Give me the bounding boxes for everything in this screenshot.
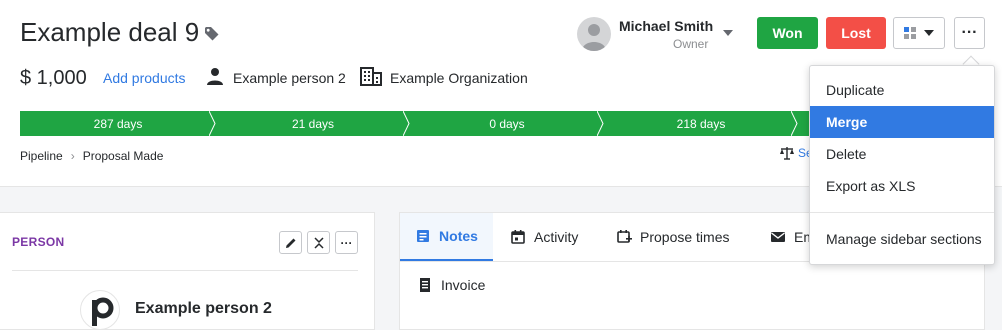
tab-activity-label: Activity xyxy=(534,229,579,245)
deal-title: Example deal 9 xyxy=(20,17,200,47)
menu-item-delete[interactable]: Delete xyxy=(810,138,994,170)
tag-icon[interactable] xyxy=(204,26,220,42)
edit-person-button[interactable] xyxy=(279,231,302,254)
scale-icon xyxy=(780,147,794,160)
person-panel-title: PERSON xyxy=(12,235,65,249)
menu-separator xyxy=(810,212,994,213)
person-panel-name[interactable]: Example person 2 xyxy=(135,300,272,318)
pipeline-stage[interactable]: 218 days xyxy=(604,111,798,136)
menu-item-merge[interactable]: Merge xyxy=(810,106,994,138)
pipeline-stage[interactable]: 21 days xyxy=(216,111,410,136)
person-avatar[interactable] xyxy=(80,290,120,330)
person-more-button[interactable]: ··· xyxy=(335,231,358,254)
more-actions-menu: Duplicate Merge Delete Export as XLS Man… xyxy=(809,65,995,265)
chevron-down-icon xyxy=(924,30,934,36)
stage-days-label: 21 days xyxy=(291,116,335,131)
detach-person-button[interactable] xyxy=(307,231,330,254)
view-switcher-button[interactable] xyxy=(893,17,945,49)
breadcrumb-pipeline[interactable]: Pipeline xyxy=(20,149,63,163)
ellipsis-icon: ··· xyxy=(340,235,353,250)
user-silhouette-icon xyxy=(582,24,606,51)
organization-icon xyxy=(360,67,382,86)
pipeline-stage[interactable]: 0 days xyxy=(410,111,604,136)
stage-days-label: 287 days xyxy=(93,116,143,131)
lost-button[interactable]: Lost xyxy=(826,17,886,49)
tab-invoice-label: Invoice xyxy=(441,277,486,293)
owner-role: Owner xyxy=(673,37,709,51)
pipedrive-logo-icon xyxy=(92,297,114,326)
tab-propose-times[interactable]: Propose times xyxy=(616,213,729,261)
deal-value: $ 1,000 xyxy=(20,67,87,89)
calendar-icon xyxy=(511,230,525,244)
unlink-icon xyxy=(313,236,324,249)
invoice-icon xyxy=(420,278,430,292)
tab-notes[interactable]: Notes xyxy=(400,213,493,261)
breadcrumb: Pipeline › Proposal Made xyxy=(20,149,163,163)
owner-name[interactable]: Michael Smith xyxy=(619,18,713,34)
grid-view-icon xyxy=(904,27,916,39)
envelope-icon xyxy=(771,232,785,242)
tab-notes-label: Notes xyxy=(439,228,478,244)
menu-item-export-xls[interactable]: Export as XLS xyxy=(810,170,994,202)
tab-invoice[interactable]: Invoice xyxy=(417,263,485,307)
stage-days-label: 218 days xyxy=(676,116,726,131)
deal-person-link[interactable]: Example person 2 xyxy=(233,70,346,86)
calendar-plus-icon xyxy=(617,230,632,243)
menu-item-manage-sidebar[interactable]: Manage sidebar sections xyxy=(810,223,994,255)
pencil-icon xyxy=(285,238,295,248)
pipeline-stage[interactable]: 287 days xyxy=(20,111,216,136)
tab-activity[interactable]: Activity xyxy=(510,213,578,261)
owner-avatar[interactable] xyxy=(577,17,611,51)
pipeline-progress: 287 days 21 days 0 days 218 days xyxy=(20,111,820,136)
panel-divider xyxy=(12,270,358,271)
deal-organization-link[interactable]: Example Organization xyxy=(390,70,528,86)
add-products-link[interactable]: Add products xyxy=(103,70,186,86)
won-button[interactable]: Won xyxy=(757,17,818,49)
more-actions-button[interactable]: ··· xyxy=(954,17,985,49)
tab-propose-times-label: Propose times xyxy=(640,229,730,245)
person-icon xyxy=(207,68,223,85)
notes-icon xyxy=(417,230,430,242)
breadcrumb-stage[interactable]: Proposal Made xyxy=(83,149,164,163)
menu-item-duplicate[interactable]: Duplicate xyxy=(810,74,994,106)
owner-dropdown-caret-icon[interactable] xyxy=(723,30,733,36)
stage-days-label: 0 days xyxy=(489,116,525,131)
chevron-right-icon: › xyxy=(70,149,75,163)
